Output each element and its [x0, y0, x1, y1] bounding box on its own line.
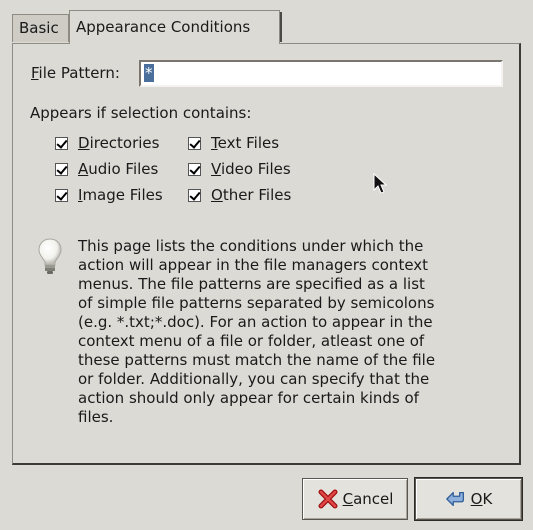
directories-label: Directories	[78, 134, 160, 152]
image-files-label: Image Files	[78, 186, 163, 204]
text-files-label: Text Files	[211, 134, 280, 152]
mouse-pointer-icon	[373, 173, 388, 194]
info-text: This page lists the conditions under whi…	[78, 237, 436, 426]
video-files-label: Video Files	[211, 160, 291, 178]
lightbulb-icon	[38, 238, 62, 274]
checkbox-check-icon	[188, 136, 201, 150]
other-files-label: Other Files	[211, 186, 292, 204]
checkbox-check-icon	[55, 162, 68, 176]
checkbox-check-icon	[55, 188, 68, 202]
file-pattern-label: File Pattern:	[31, 64, 120, 82]
appears-if-label: Appears if selection contains:	[30, 104, 252, 122]
tab-appearance-label: Appearance Conditions	[76, 18, 251, 36]
file-pattern-input[interactable]: *	[139, 60, 503, 87]
image-files-checkbox[interactable]: Image Files	[55, 184, 163, 206]
tab-basic-label: Basic	[19, 19, 59, 37]
directories-checkbox[interactable]: Directories	[55, 132, 159, 154]
audio-files-label: Audio Files	[78, 160, 159, 178]
cancel-button[interactable]: Cancel	[302, 478, 408, 520]
tab-appearance-conditions[interactable]: Appearance Conditions	[69, 10, 282, 44]
video-files-checkbox[interactable]: Video Files	[188, 158, 291, 180]
ok-button[interactable]: OK	[414, 477, 523, 521]
checkbox-check-icon	[188, 162, 201, 176]
other-files-checkbox[interactable]: Other Files	[188, 184, 291, 206]
checkbox-check-icon	[55, 136, 68, 150]
checkbox-check-icon	[188, 188, 201, 202]
file-pattern-value: *	[144, 64, 154, 82]
tab-basic[interactable]: Basic	[12, 14, 69, 42]
focus-ring	[420, 483, 517, 515]
cancel-x-icon	[318, 489, 338, 509]
text-files-checkbox[interactable]: Text Files	[188, 132, 279, 154]
cancel-label: Cancel	[342, 490, 394, 508]
audio-files-checkbox[interactable]: Audio Files	[55, 158, 158, 180]
appearance-panel: File Pattern: * Appears if selection con…	[12, 43, 521, 465]
